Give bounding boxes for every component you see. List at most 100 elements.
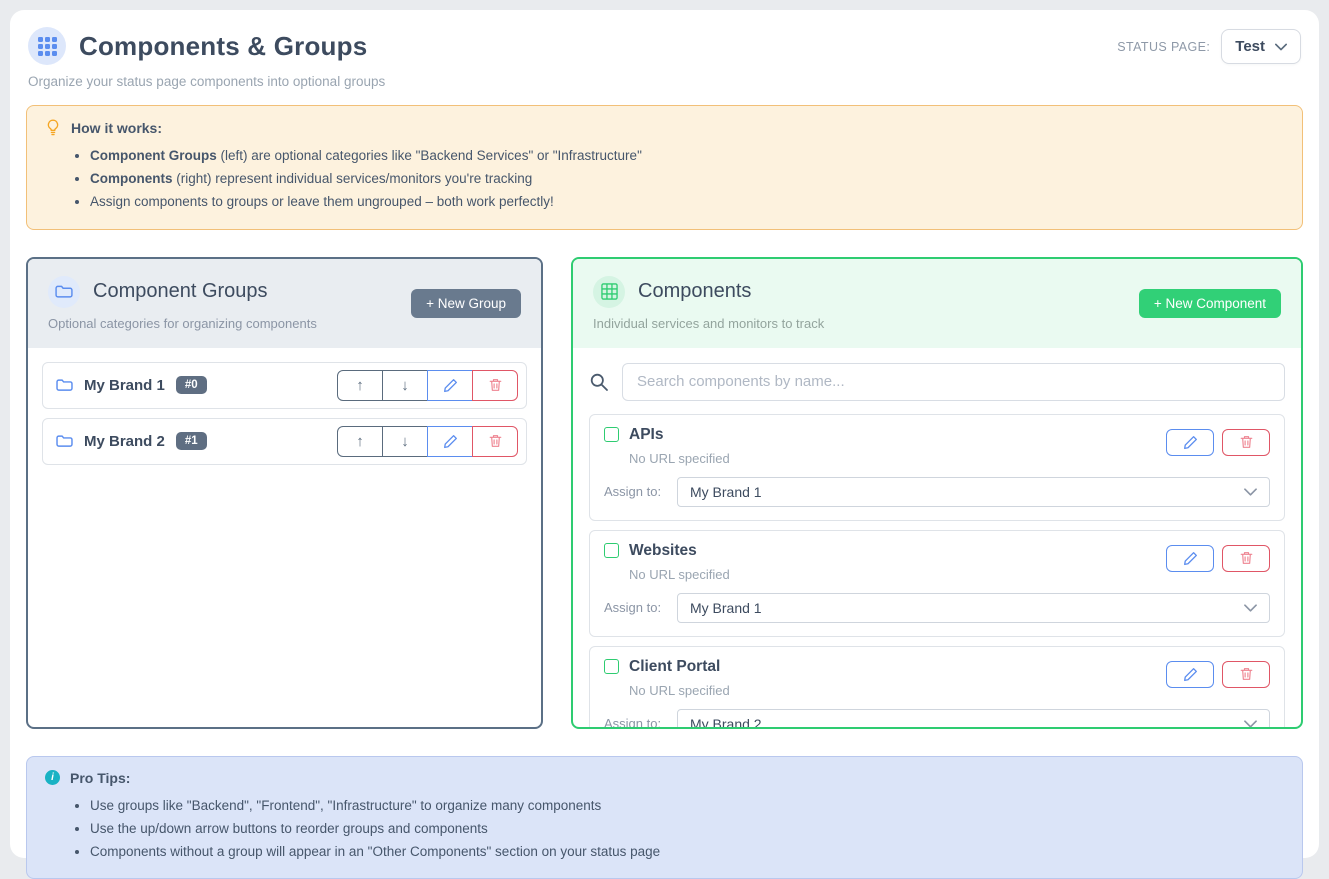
group-order-badge: #1 [176, 432, 207, 450]
delete-group-button[interactable] [472, 370, 518, 401]
folder-icon [56, 434, 73, 448]
assign-to-label: Assign to: [604, 600, 677, 615]
trash-icon [1240, 551, 1253, 565]
edit-group-button[interactable] [427, 370, 473, 401]
lightbulb-icon [45, 119, 61, 136]
how-it-works-item: Components (right) represent individual … [90, 167, 1284, 190]
assigned-group-value: My Brand 2 [690, 716, 762, 729]
trash-icon [489, 434, 502, 448]
folder-icon [56, 378, 73, 392]
components-list: APIs No URL specified [573, 348, 1301, 729]
table-grid-icon [593, 276, 625, 308]
pencil-icon [443, 434, 458, 449]
pencil-icon [1183, 551, 1198, 566]
component-name: APIs [629, 426, 663, 444]
search-components-input[interactable] [622, 363, 1285, 401]
assigned-group-value: My Brand 1 [690, 484, 762, 500]
pencil-icon [1183, 667, 1198, 682]
search-icon [589, 372, 609, 392]
component-actions [1166, 545, 1270, 572]
edit-component-button[interactable] [1166, 661, 1214, 688]
trash-icon [1240, 435, 1253, 449]
component-groups-header: Component Groups Optional categories for… [28, 259, 541, 348]
assign-to-label: Assign to: [604, 716, 677, 729]
chevron-down-icon [1275, 43, 1287, 51]
assigned-group-value: My Brand 1 [690, 600, 762, 616]
how-it-works-item: Component Groups (left) are optional cat… [90, 144, 1284, 167]
component-actions [1166, 429, 1270, 456]
delete-component-button[interactable] [1222, 429, 1270, 456]
component-actions [1166, 661, 1270, 688]
assign-to-label: Assign to: [604, 484, 677, 499]
pencil-icon [443, 378, 458, 393]
chevron-down-icon [1244, 604, 1257, 612]
edit-group-button[interactable] [427, 426, 473, 457]
component-search [589, 363, 1285, 401]
pro-tips-list: Use groups like "Backend", "Frontend", "… [90, 794, 1284, 864]
trash-icon [489, 378, 502, 392]
component-card: APIs No URL specified [589, 414, 1285, 521]
move-up-button[interactable]: ↑ [337, 370, 383, 401]
how-it-works-item: Assign components to groups or leave the… [90, 190, 1284, 213]
delete-group-button[interactable] [472, 426, 518, 457]
how-it-works-box: How it works: Component Groups (left) ar… [26, 105, 1303, 230]
group-name: My Brand 1 [84, 377, 165, 394]
move-down-button[interactable]: ↓ [382, 426, 428, 457]
group-name: My Brand 2 [84, 433, 165, 450]
move-down-button[interactable]: ↓ [382, 370, 428, 401]
group-row: My Brand 2 #1 ↑ ↓ [42, 418, 527, 465]
component-groups-title: Component Groups [93, 280, 268, 303]
component-card: Websites No URL specified [589, 530, 1285, 637]
new-component-button[interactable]: + New Component [1139, 289, 1281, 318]
folder-icon [48, 276, 80, 308]
pro-tips-title: Pro Tips: [70, 770, 130, 786]
header-left: Components & Groups Organize your status… [28, 27, 385, 89]
component-url-status: No URL specified [629, 451, 730, 466]
component-checkbox[interactable] [604, 543, 619, 558]
how-it-works-title: How it works: [71, 120, 162, 136]
delete-component-button[interactable] [1222, 661, 1270, 688]
page-subtitle: Organize your status page components int… [28, 74, 385, 89]
status-page-selector: STATUS PAGE: Test [1117, 29, 1301, 64]
page-card: Components & Groups Organize your status… [10, 10, 1319, 858]
delete-component-button[interactable] [1222, 545, 1270, 572]
pro-tips-item: Components without a group will appear i… [90, 840, 1284, 863]
pro-tips-item: Use groups like "Backend", "Frontend", "… [90, 794, 1284, 817]
component-url-status: No URL specified [629, 683, 730, 698]
component-checkbox[interactable] [604, 659, 619, 674]
new-group-button[interactable]: + New Group [411, 289, 521, 318]
pencil-icon [1183, 435, 1198, 450]
group-actions: ↑ ↓ [337, 370, 518, 401]
page-header: Components & Groups Organize your status… [26, 27, 1303, 89]
assign-group-select[interactable]: My Brand 2 [677, 709, 1270, 729]
pro-tips-item: Use the up/down arrow buttons to reorder… [90, 817, 1284, 840]
group-actions: ↑ ↓ [337, 426, 518, 457]
component-card: Client Portal No URL specified [589, 646, 1285, 729]
trash-icon [1240, 667, 1253, 681]
page-title: Components & Groups [79, 31, 367, 62]
components-header: Components Individual services and monit… [573, 259, 1301, 348]
component-groups-panel: Component Groups Optional categories for… [26, 257, 543, 729]
component-name: Websites [629, 542, 697, 560]
status-page-select[interactable]: Test [1221, 29, 1301, 64]
component-url-status: No URL specified [629, 567, 730, 582]
status-page-value: Test [1235, 38, 1265, 55]
chevron-down-icon [1244, 488, 1257, 496]
status-page-label: STATUS PAGE: [1117, 40, 1210, 54]
edit-component-button[interactable] [1166, 545, 1214, 572]
components-grid-icon [28, 27, 66, 65]
component-name: Client Portal [629, 658, 720, 676]
components-panel: Components Individual services and monit… [571, 257, 1303, 729]
assign-group-select[interactable]: My Brand 1 [677, 477, 1270, 507]
edit-component-button[interactable] [1166, 429, 1214, 456]
groups-list: My Brand 1 #0 ↑ ↓ [28, 348, 541, 488]
how-it-works-list: Component Groups (left) are optional cat… [90, 144, 1284, 214]
move-up-button[interactable]: ↑ [337, 426, 383, 457]
component-groups-subtitle: Optional categories for organizing compo… [48, 316, 317, 331]
component-checkbox[interactable] [604, 427, 619, 442]
panels-row: Component Groups Optional categories for… [26, 257, 1303, 729]
pro-tips-box: i Pro Tips: Use groups like "Backend", "… [26, 756, 1303, 879]
assign-group-select[interactable]: My Brand 1 [677, 593, 1270, 623]
components-subtitle: Individual services and monitors to trac… [593, 316, 824, 331]
components-title: Components [638, 280, 751, 303]
